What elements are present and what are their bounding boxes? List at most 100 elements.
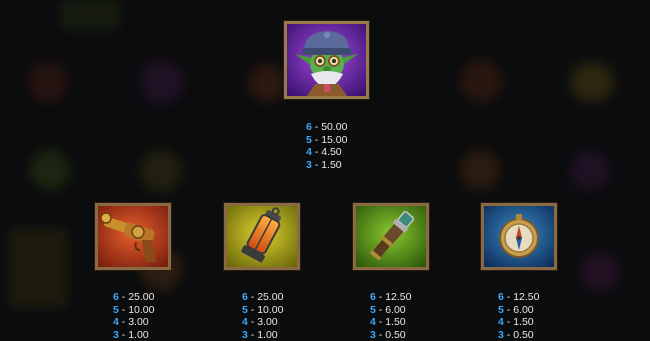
pay-count: 4 <box>498 316 504 329</box>
pay-row: 6 - 25.00 <box>113 291 154 304</box>
pay-row: 3 - 0.50 <box>370 329 411 341</box>
pay-separator: - <box>314 133 319 146</box>
pay-value: 6.00 <box>513 303 534 316</box>
pay-separator: - <box>314 146 319 159</box>
spyglass-paytable: 6 - 12.50 5 - 6.00 4 - 1.50 3 - 0.50 <box>370 291 411 341</box>
pay-separator: - <box>250 316 255 329</box>
background-symbol <box>248 64 286 102</box>
lantern-icon <box>227 206 297 267</box>
pay-value: 10.00 <box>257 303 284 316</box>
pay-value: 25.00 <box>257 291 284 303</box>
background-symbol <box>570 150 610 190</box>
pay-value: 3.00 <box>128 316 149 329</box>
pay-count: 3 <box>113 328 119 341</box>
pay-value: 25.00 <box>128 291 155 303</box>
pay-value: 15.00 <box>321 133 348 146</box>
ray-gun-icon <box>98 206 168 267</box>
pay-count: 3 <box>498 328 504 341</box>
pay-separator: - <box>121 328 126 341</box>
pay-row: 5 - 6.00 <box>370 304 411 317</box>
pay-row: 6 - 12.50 <box>370 291 411 304</box>
pay-row: 5 - 10.00 <box>113 304 154 317</box>
pay-separator: - <box>378 328 383 341</box>
background-symbol <box>570 62 614 102</box>
pay-row: 5 - 10.00 <box>242 304 283 317</box>
pay-count: 6 <box>498 291 504 303</box>
pay-separator: - <box>506 328 511 341</box>
background-symbol <box>580 252 620 292</box>
pay-separator: - <box>121 291 126 303</box>
pay-count: 5 <box>370 303 376 316</box>
background-symbol <box>8 228 68 308</box>
pay-row: 4 - 3.00 <box>113 316 154 329</box>
pay-count: 5 <box>306 133 312 146</box>
pay-row: 4 - 1.50 <box>498 316 539 329</box>
pay-count: 3 <box>370 328 376 341</box>
background-symbol <box>140 60 184 104</box>
pay-separator: - <box>121 303 126 316</box>
pay-separator: - <box>250 328 255 341</box>
compass-icon <box>484 206 554 267</box>
pay-value: 6.00 <box>385 303 406 316</box>
goblin-icon <box>287 24 366 96</box>
pay-count: 3 <box>242 328 248 341</box>
lantern-symbol <box>224 203 300 270</box>
pay-value: 0.50 <box>385 328 406 341</box>
pay-count: 4 <box>306 146 312 159</box>
pay-value: 12.50 <box>385 291 412 303</box>
pay-separator: - <box>250 303 255 316</box>
pay-value: 1.50 <box>385 316 406 329</box>
pay-separator: - <box>506 316 511 329</box>
pay-separator: - <box>314 158 319 171</box>
goblin-symbol <box>284 21 369 99</box>
background-symbol <box>140 150 182 192</box>
pay-row: 3 - 0.50 <box>498 329 539 341</box>
compass-symbol <box>481 203 557 270</box>
pay-count: 6 <box>242 291 248 303</box>
lantern-paytable: 6 - 25.00 5 - 10.00 4 - 3.00 3 - 1.00 <box>242 291 283 341</box>
pay-separator: - <box>121 316 126 329</box>
pay-row: 3 - 1.50 <box>306 159 347 172</box>
pay-value: 3.00 <box>257 316 278 329</box>
pay-count: 6 <box>113 291 119 303</box>
pay-count: 4 <box>113 316 119 329</box>
pay-row: 5 - 6.00 <box>498 304 539 317</box>
pay-value: 12.50 <box>513 291 540 303</box>
pay-count: 4 <box>370 316 376 329</box>
background-symbol <box>60 0 120 30</box>
pay-row: 3 - 1.00 <box>242 329 283 341</box>
ray-gun-paytable: 6 - 25.00 5 - 10.00 4 - 3.00 3 - 1.00 <box>113 291 154 341</box>
background-symbol <box>460 150 500 190</box>
pay-row: 6 - 12.50 <box>498 291 539 304</box>
pay-value: 10.00 <box>128 303 155 316</box>
pay-row: 6 - 25.00 <box>242 291 283 304</box>
goblin-paytable: 6 - 50.00 5 - 15.00 4 - 4.50 3 - 1.50 <box>306 121 347 171</box>
pay-row: 3 - 1.00 <box>113 329 154 341</box>
pay-value: 0.50 <box>513 328 534 341</box>
spyglass-symbol <box>353 203 429 270</box>
background-symbol <box>30 150 70 190</box>
pay-count: 6 <box>306 121 312 133</box>
pay-count: 5 <box>498 303 504 316</box>
pay-row: 4 - 3.00 <box>242 316 283 329</box>
spyglass-icon <box>356 206 426 267</box>
pay-count: 4 <box>242 316 248 329</box>
pay-separator: - <box>378 303 383 316</box>
pay-value: 1.50 <box>321 158 342 171</box>
pay-value: 1.00 <box>257 328 278 341</box>
compass-paytable: 6 - 12.50 5 - 6.00 4 - 1.50 3 - 0.50 <box>498 291 539 341</box>
pay-value: 50.00 <box>321 121 348 133</box>
pay-row: 4 - 1.50 <box>370 316 411 329</box>
background-symbol <box>460 60 502 102</box>
pay-separator: - <box>506 291 511 303</box>
pay-value: 4.50 <box>321 146 342 159</box>
pay-count: 3 <box>306 158 312 171</box>
pay-count: 5 <box>113 303 119 316</box>
pay-count: 5 <box>242 303 248 316</box>
pay-separator: - <box>378 291 383 303</box>
pay-value: 1.50 <box>513 316 534 329</box>
pay-separator: - <box>314 121 319 133</box>
background-symbol <box>28 62 68 102</box>
pay-row: 4 - 4.50 <box>306 146 347 159</box>
pay-count: 6 <box>370 291 376 303</box>
